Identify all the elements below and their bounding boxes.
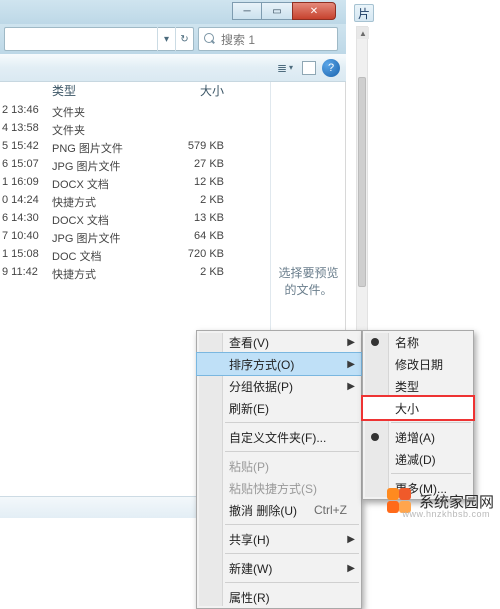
table-row[interactable]: 5 15:42PNG 图片文件579 KB — [0, 140, 270, 158]
address-field[interactable]: ▾ ↻ — [4, 27, 194, 51]
toolbar: ≣▾ ? — [0, 54, 346, 82]
address-dropdown[interactable]: ▾ — [157, 27, 175, 51]
sort-by-size[interactable]: 大小 — [363, 397, 473, 419]
cell-size — [154, 122, 238, 140]
radio-selected-icon — [371, 433, 379, 441]
cell-size: 13 KB — [154, 212, 238, 230]
preview-hint: 选择要预览的文件。 — [275, 265, 342, 299]
cell-size: 12 KB — [154, 176, 238, 194]
cell-date: 1 16:09 — [0, 176, 52, 194]
address-bar-row: ▾ ↻ 搜索 1 — [0, 24, 346, 54]
submenu-arrow-icon: ▶ — [347, 381, 355, 392]
submenu-arrow-icon: ▶ — [347, 359, 355, 370]
cell-date: 6 14:30 — [0, 212, 52, 230]
cell-type: 快捷方式 — [52, 266, 154, 284]
menu-paste-shortcut: 粘贴快捷方式(S) — [197, 477, 361, 499]
cell-size: 64 KB — [154, 230, 238, 248]
search-placeholder: 搜索 1 — [221, 31, 255, 48]
cell-size: 720 KB — [154, 248, 238, 266]
cell-size — [154, 104, 238, 122]
table-row[interactable]: 9 11:42快捷方式2 KB — [0, 266, 270, 284]
cell-type: 文件夹 — [52, 122, 154, 140]
submenu-arrow-icon: ▶ — [347, 563, 355, 574]
menu-sort[interactable]: 排序方式(O)▶ — [197, 353, 361, 375]
sort-ascending[interactable]: 递增(A) — [363, 426, 473, 448]
menu-group[interactable]: 分组依据(P)▶ — [197, 375, 361, 397]
col-date-header[interactable] — [0, 82, 52, 100]
cell-type: JPG 图片文件 — [52, 158, 154, 176]
cell-size: 2 KB — [154, 194, 238, 212]
cell-date: 2 13:46 — [0, 104, 52, 122]
table-row[interactable]: 1 15:08DOC 文档720 KB — [0, 248, 270, 266]
sort-by-date[interactable]: 修改日期 — [363, 353, 473, 375]
cell-type: 文件夹 — [52, 104, 154, 122]
close-button[interactable]: ✕ — [292, 2, 336, 20]
menu-properties[interactable]: 属性(R) — [197, 586, 361, 608]
preview-toggle-checkbox[interactable] — [302, 61, 316, 75]
cell-size: 27 KB — [154, 158, 238, 176]
menu-share[interactable]: 共享(H)▶ — [197, 528, 361, 550]
menu-view[interactable]: 查看(V)▶ — [197, 331, 361, 353]
cell-type: 快捷方式 — [52, 194, 154, 212]
col-size-header[interactable]: 大小 — [154, 82, 238, 100]
col-type-header[interactable]: 类型 — [52, 82, 154, 100]
table-row[interactable]: 4 13:58文件夹 — [0, 122, 270, 140]
cell-date: 1 15:08 — [0, 248, 52, 266]
menu-new[interactable]: 新建(W)▶ — [197, 557, 361, 579]
titlebar: ─ ▭ ✕ — [0, 0, 346, 24]
menu-customize-folder[interactable]: 自定义文件夹(F)... — [197, 426, 361, 448]
tab-stub[interactable]: 片 — [354, 4, 374, 22]
sort-submenu: 名称 修改日期 类型 大小 递增(A) 递减(D) 更多(M)... — [362, 330, 474, 500]
cell-size: 2 KB — [154, 266, 238, 284]
sort-descending[interactable]: 递减(D) — [363, 448, 473, 470]
cell-date: 0 14:24 — [0, 194, 52, 212]
table-row[interactable]: 6 15:07JPG 图片文件27 KB — [0, 158, 270, 176]
scroll-up-icon[interactable]: ▲ — [357, 27, 369, 39]
table-row[interactable]: 6 14:30DOCX 文档13 KB — [0, 212, 270, 230]
maximize-button[interactable]: ▭ — [262, 2, 292, 20]
submenu-arrow-icon: ▶ — [347, 337, 355, 348]
table-row[interactable]: 0 14:24快捷方式2 KB — [0, 194, 270, 212]
scroll-thumb[interactable] — [358, 77, 366, 287]
file-list: 2 13:46文件夹4 13:58文件夹5 15:42PNG 图片文件579 K… — [0, 104, 270, 284]
menu-refresh[interactable]: 刷新(E) — [197, 397, 361, 419]
cell-date: 5 15:42 — [0, 140, 52, 158]
menu-paste: 粘贴(P) — [197, 455, 361, 477]
cell-date: 6 15:07 — [0, 158, 52, 176]
cell-date: 9 11:42 — [0, 266, 52, 284]
table-row[interactable]: 2 13:46文件夹 — [0, 104, 270, 122]
cell-size: 579 KB — [154, 140, 238, 158]
sort-by-type[interactable]: 类型 — [363, 375, 473, 397]
search-input[interactable]: 搜索 1 — [198, 27, 338, 51]
window-controls: ─ ▭ ✕ — [232, 2, 336, 20]
cell-date: 4 13:58 — [0, 122, 52, 140]
radio-selected-icon — [371, 338, 379, 346]
search-icon — [203, 32, 217, 46]
context-menu: 查看(V)▶ 排序方式(O)▶ 分组依据(P)▶ 刷新(E) 自定义文件夹(F)… — [196, 330, 362, 609]
table-row[interactable]: 1 16:09DOCX 文档12 KB — [0, 176, 270, 194]
sort-by-name[interactable]: 名称 — [363, 331, 473, 353]
cell-type: DOCX 文档 — [52, 176, 154, 194]
shortcut-label: Ctrl+Z — [314, 503, 347, 517]
cell-type: PNG 图片文件 — [52, 140, 154, 158]
refresh-icon[interactable]: ↻ — [175, 27, 193, 51]
submenu-arrow-icon: ▶ — [347, 534, 355, 545]
cell-type: DOCX 文档 — [52, 212, 154, 230]
cell-type: DOC 文档 — [52, 248, 154, 266]
table-row[interactable]: 7 10:40JPG 图片文件64 KB — [0, 230, 270, 248]
cell-date: 7 10:40 — [0, 230, 52, 248]
cell-type: JPG 图片文件 — [52, 230, 154, 248]
minimize-button[interactable]: ─ — [232, 2, 262, 20]
help-button[interactable]: ? — [322, 59, 340, 77]
view-mode-button[interactable]: ≣▾ — [274, 58, 296, 78]
